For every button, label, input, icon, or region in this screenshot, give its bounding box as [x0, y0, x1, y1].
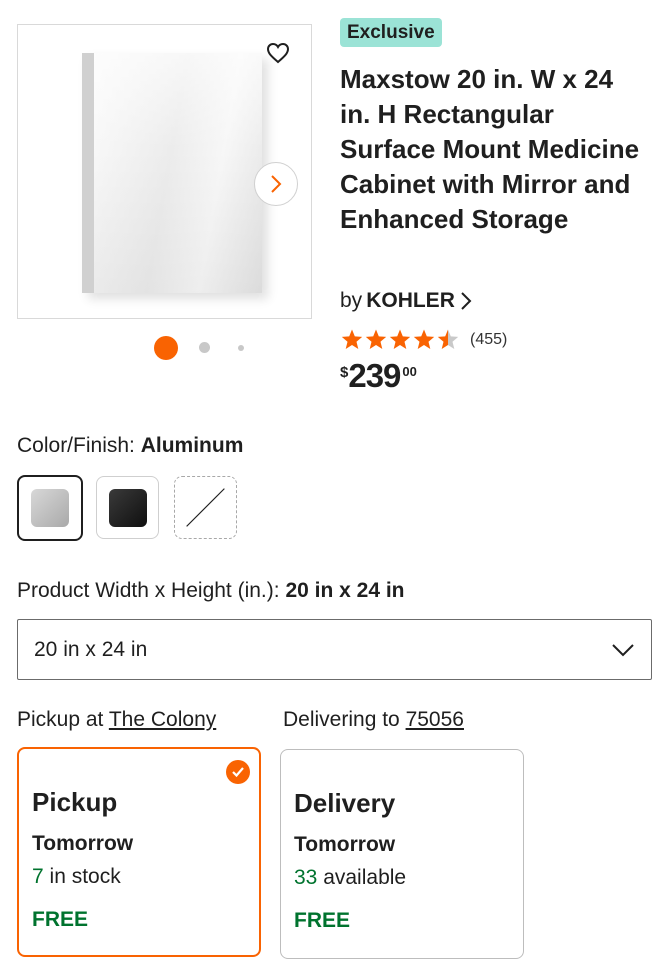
pickup-card-title: Pickup: [32, 787, 118, 817]
pickup-location: Pickup at The Colony: [17, 707, 216, 733]
swatch-black[interactable]: [96, 476, 159, 539]
product-title: Maxstow 20 in. W x 24 in. H Rectangular …: [340, 64, 640, 234]
pickup-stock-suffix: in stock: [49, 865, 121, 888]
chevron-right-icon: [271, 175, 282, 193]
brand-prefix: by: [340, 289, 363, 312]
carousel-dot-active[interactable]: [154, 336, 178, 360]
carousel-dot[interactable]: [199, 342, 210, 353]
price-dollars: 239: [348, 357, 401, 394]
pickup-stock-count: 7: [32, 865, 44, 888]
star-icon: [389, 329, 411, 349]
delivery-stock-suffix: available: [323, 866, 407, 889]
delivery-card-title: Delivery: [294, 788, 396, 818]
color-finish-selected: Aluminum: [140, 434, 244, 457]
chevron-right-icon: [461, 292, 472, 310]
swatch-chip: [108, 488, 147, 527]
star-rating: [340, 328, 460, 352]
delivery-card-when: Tomorrow: [294, 833, 396, 856]
unavailable-slash-icon: [186, 488, 225, 527]
heart-icon: [266, 42, 290, 64]
swatch-chip: [31, 489, 69, 527]
exclusive-badge: Exclusive: [340, 18, 442, 47]
brand-link[interactable]: by KOHLER: [340, 288, 473, 314]
star-icon: [365, 329, 387, 349]
next-image-button[interactable]: [254, 162, 298, 206]
rating[interactable]: (455): [340, 328, 507, 352]
star-icon: [413, 329, 435, 349]
favorite-button[interactable]: [265, 40, 291, 66]
delivery-stock-count: 33: [294, 866, 318, 889]
pickup-card-price: FREE: [32, 908, 89, 931]
size-dropdown-value: 20 in x 24 in: [34, 637, 148, 661]
review-count[interactable]: (455): [470, 331, 507, 349]
carousel-dot[interactable]: [238, 345, 244, 351]
brand-name: KOHLER: [366, 289, 455, 312]
pickup-store-link[interactable]: The Colony: [109, 708, 216, 731]
delivery-option-card[interactable]: Delivery Tomorrow 33 available FREE: [280, 749, 524, 959]
size-label: Product Width x Height (in.): 20 in x 24…: [17, 578, 405, 604]
color-finish-label: Color/Finish: Aluminum: [17, 433, 243, 459]
pickup-card-stock: 7 in stock: [32, 864, 121, 890]
pickup-card-when: Tomorrow: [32, 832, 134, 855]
delivery-location: Delivering to 75056: [283, 707, 464, 733]
chevron-down-icon: [612, 643, 634, 656]
size-selected: 20 in x 24 in: [285, 579, 405, 602]
medicine-cabinet-image: [82, 53, 262, 293]
delivery-card-stock: 33 available: [294, 865, 406, 891]
star-icon: [437, 329, 459, 349]
swatch-unavailable[interactable]: [174, 476, 237, 539]
price-cents: 00: [402, 364, 417, 379]
color-finish-prefix: Color/Finish:: [17, 434, 135, 457]
star-icon: [341, 329, 363, 349]
swatch-aluminum[interactable]: [17, 475, 83, 541]
size-label-prefix: Product Width x Height (in.):: [17, 579, 280, 602]
price-currency: $: [340, 364, 349, 381]
pickup-option-card[interactable]: Pickup Tomorrow 7 in stock FREE: [17, 747, 261, 957]
pickup-prefix: Pickup at: [17, 708, 104, 731]
size-dropdown[interactable]: 20 in x 24 in: [17, 619, 652, 680]
delivery-zip-link[interactable]: 75056: [406, 708, 464, 731]
delivery-card-price: FREE: [294, 909, 351, 932]
price: $ 239 00: [340, 358, 417, 394]
delivery-prefix: Delivering to: [283, 708, 400, 731]
selected-check-icon: [226, 760, 250, 784]
